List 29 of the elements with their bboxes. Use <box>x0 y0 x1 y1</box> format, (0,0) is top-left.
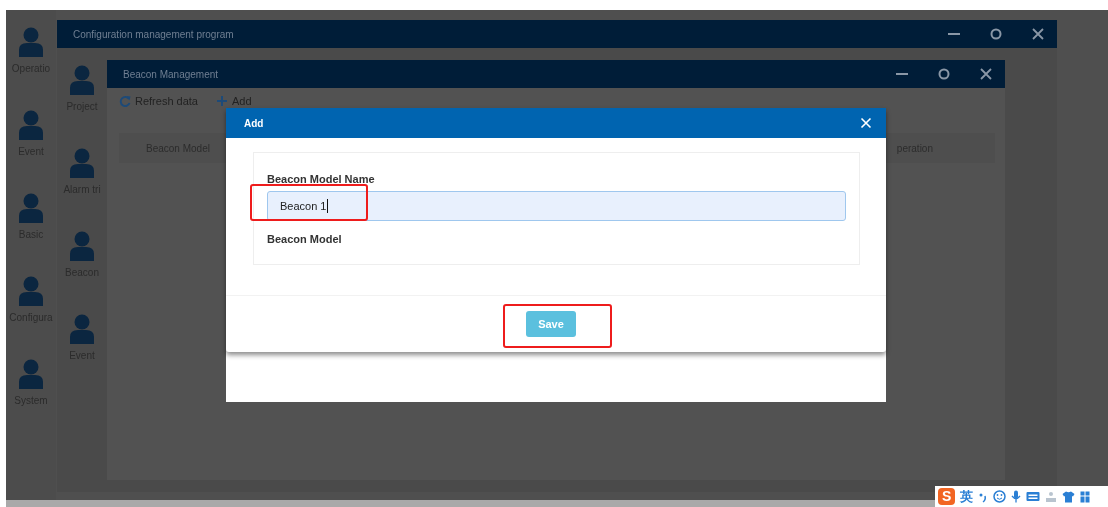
user-icon <box>69 231 95 261</box>
restore-icon[interactable] <box>937 67 951 81</box>
input-field[interactable]: Beacon 1 <box>267 191 846 221</box>
field-label: Beacon Model <box>267 233 342 245</box>
window-title: Beacon Management <box>123 68 219 80</box>
user-icon <box>69 314 95 344</box>
ime-logo[interactable]: S <box>938 488 956 505</box>
window-title: Configuration management program <box>73 28 234 40</box>
close-icon[interactable] <box>1031 27 1045 41</box>
user-icon <box>69 65 95 95</box>
user-icon <box>18 359 44 389</box>
dialog-title: Add <box>244 117 264 129</box>
ime-mode-button[interactable]: 英 <box>960 487 974 506</box>
keyboard-icon[interactable] <box>1026 491 1041 502</box>
emoji-icon[interactable] <box>993 490 1007 503</box>
restore-icon[interactable] <box>989 27 1003 41</box>
refresh-icon <box>119 95 131 107</box>
close-icon[interactable] <box>979 67 993 81</box>
user-icon <box>18 193 44 223</box>
shirt-icon[interactable] <box>1062 490 1076 503</box>
user-icon <box>18 27 44 57</box>
field-label: Beacon Model Name <box>267 173 375 185</box>
save-button[interactable]: Save <box>526 310 576 337</box>
user-icon <box>18 110 44 140</box>
user-icon <box>69 148 95 178</box>
grid-icon[interactable] <box>1080 490 1091 503</box>
user-icon <box>18 276 44 306</box>
microphone-icon[interactable] <box>1011 490 1022 503</box>
plus-icon <box>216 95 228 107</box>
